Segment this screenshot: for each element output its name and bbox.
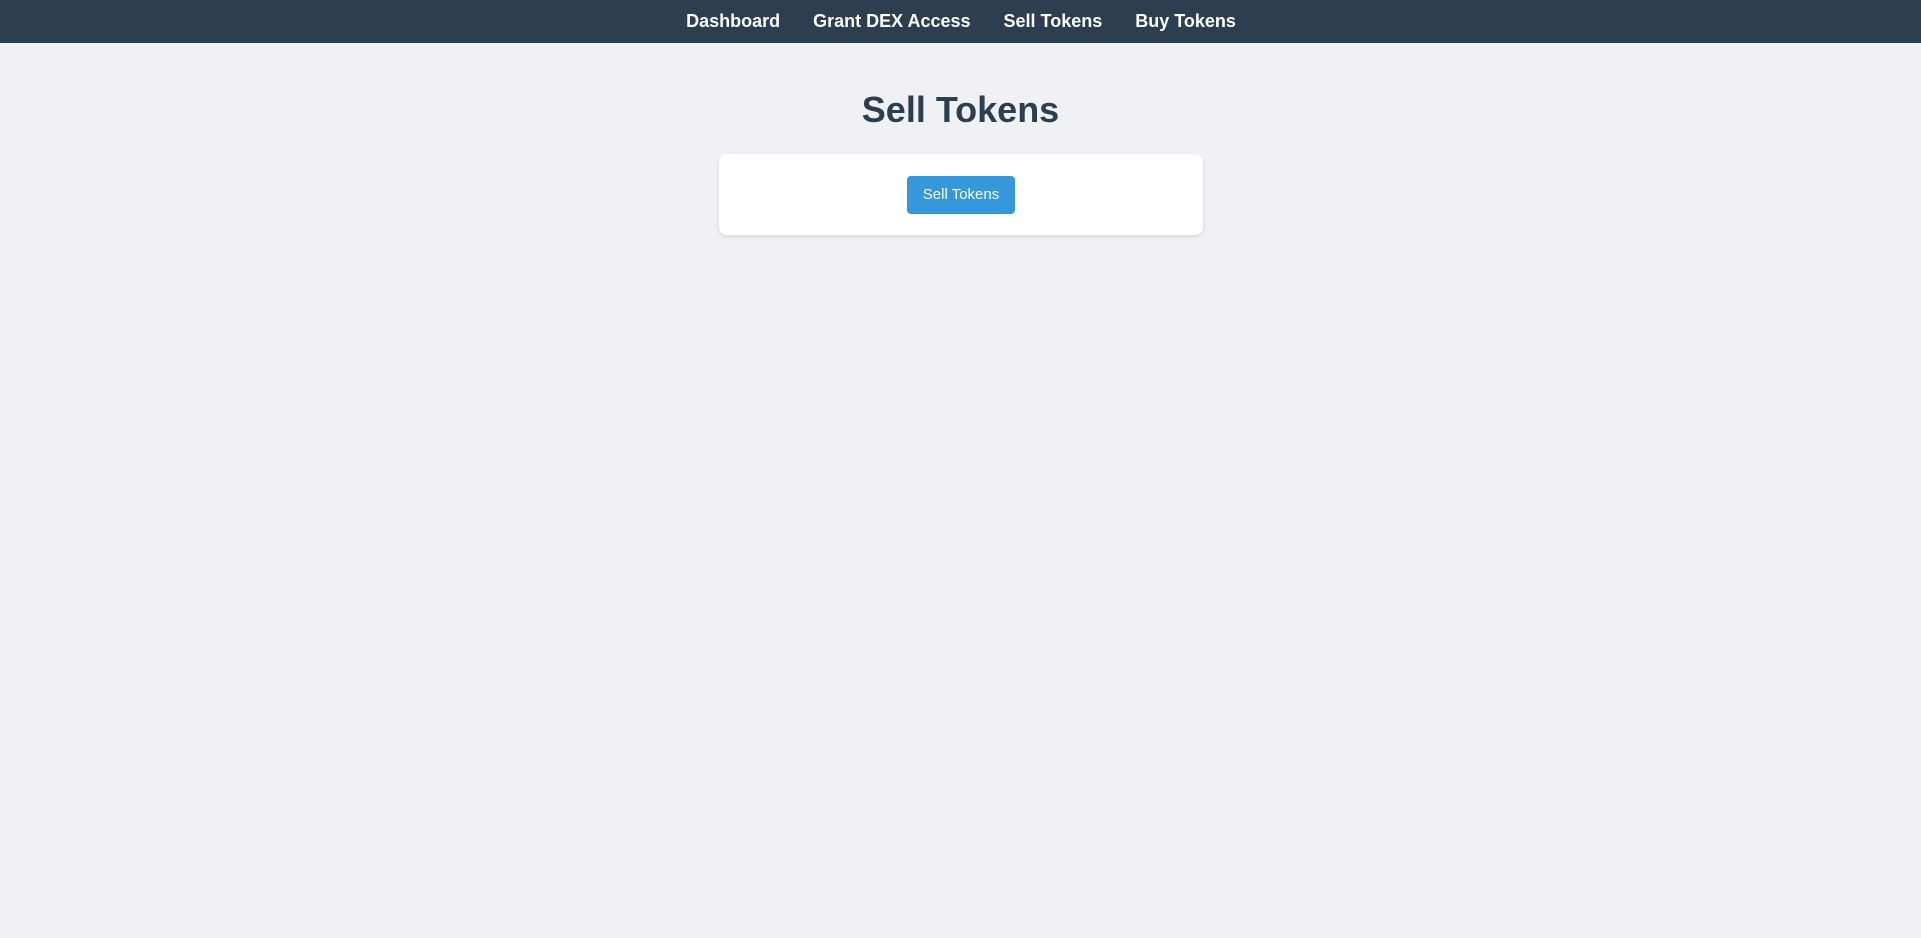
nav-link-sell-tokens[interactable]: Sell Tokens <box>1004 11 1103 32</box>
sell-tokens-button[interactable]: Sell Tokens <box>906 175 1016 214</box>
page-title: Sell Tokens <box>861 89 1060 130</box>
nav-link-dashboard[interactable]: Dashboard <box>686 11 780 32</box>
sell-tokens-card: Sell Tokens <box>719 154 1203 235</box>
nav-link-buy-tokens[interactable]: Buy Tokens <box>1135 11 1236 32</box>
nav-links: Dashboard Grant DEX Access Sell Tokens B… <box>686 11 1236 32</box>
top-navbar: Dashboard Grant DEX Access Sell Tokens B… <box>0 0 1921 43</box>
nav-link-grant-dex-access[interactable]: Grant DEX Access <box>813 11 970 32</box>
